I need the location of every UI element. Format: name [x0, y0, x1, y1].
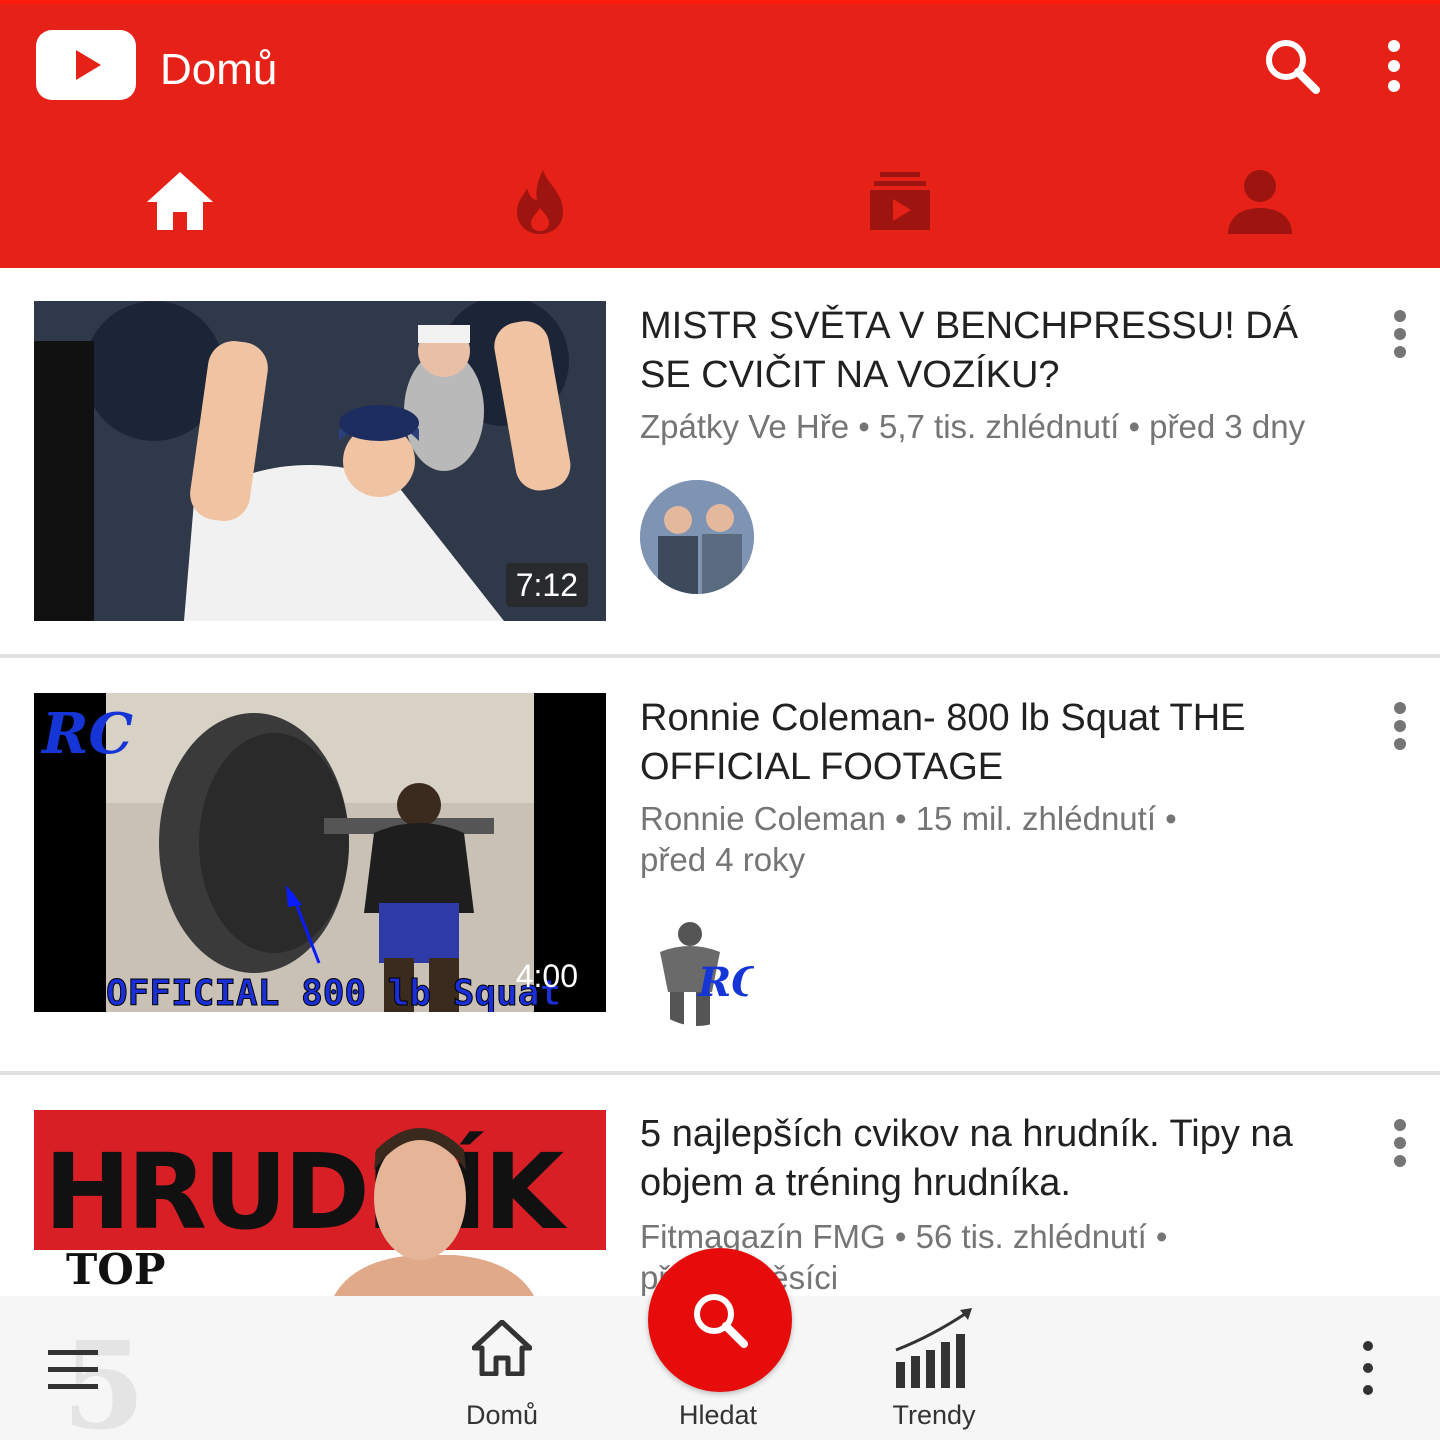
video-more-icon[interactable]	[1388, 308, 1412, 360]
video-title[interactable]: 5 najlepších cvikov na hrudník. Tipy na …	[640, 1110, 1340, 1208]
video-meta: Ronnie Coleman • 15 mil. zhlédnutí • pře…	[640, 800, 1177, 878]
hamburger-menu-icon	[48, 1350, 98, 1389]
feed-divider	[0, 1071, 1440, 1075]
more-vert-icon	[1363, 1341, 1373, 1395]
account-icon	[1228, 170, 1292, 234]
youtube-logo-icon[interactable]	[36, 30, 136, 100]
video-more-icon[interactable]	[1388, 1117, 1412, 1169]
video-thumbnail[interactable]: HRUDNÍK TOP	[34, 1110, 606, 1296]
tab-subscriptions[interactable]	[720, 140, 1080, 268]
subscriptions-icon	[870, 172, 930, 230]
app-bar: Domů	[0, 0, 1440, 268]
nav-search-label: Hledat	[678, 1400, 758, 1430]
tab-account[interactable]	[1080, 140, 1440, 268]
more-vert-icon[interactable]	[1376, 38, 1412, 94]
channel-avatar[interactable]: RC	[640, 912, 754, 1026]
video-duration: 7:12	[505, 563, 588, 607]
nav-home-button[interactable]: Domů	[442, 1296, 562, 1440]
tab-trending[interactable]	[360, 140, 720, 268]
video-more-icon[interactable]	[1388, 700, 1412, 752]
trending-flame-icon	[517, 170, 563, 234]
svg-text:RC: RC	[697, 959, 754, 1006]
thumb-banner: HRUDNÍK	[44, 1131, 568, 1253]
nav-home-label: Domů	[465, 1400, 539, 1430]
thumb-logo: RC	[40, 701, 134, 767]
nav-trending-label: Trendy	[892, 1400, 976, 1430]
search-fab[interactable]	[648, 1248, 792, 1392]
thumb-caption: OFFICIAL 800 lb Squat	[106, 973, 561, 1012]
tab-home[interactable]	[0, 140, 360, 268]
search-icon[interactable]	[1262, 36, 1322, 96]
bottom-more-button[interactable]	[1352, 1296, 1384, 1440]
home-icon	[472, 1320, 532, 1376]
nav-trending-button[interactable]: Trendy	[874, 1296, 994, 1440]
video-thumbnail[interactable]: 7:12	[34, 301, 606, 621]
page-title: Domů	[160, 45, 278, 94]
channel-avatar[interactable]	[640, 480, 754, 594]
video-title[interactable]: MISTR SVĚTA V BENCHPRESSU! DÁ SE CVIČIT …	[640, 302, 1340, 400]
status-line	[0, 0, 1440, 4]
video-thumbnail[interactable]: RC OFFICIAL 800 lb Squat 4:00	[34, 693, 606, 1012]
video-meta: Zpátky Ve Hře • 5,7 tis. zhlédnutí • pře…	[640, 408, 1306, 445]
search-icon	[694, 1294, 748, 1348]
youtube-app: Domů 7:12 MISTR SVĚTA V BENCHPRESSU! DÁ …	[0, 0, 1440, 1440]
feed-divider	[0, 654, 1440, 658]
tab-bar	[0, 140, 1440, 268]
video-duration: 4:00	[515, 958, 578, 994]
video-title[interactable]: Ronnie Coleman- 800 lb Squat THE OFFICIA…	[640, 694, 1340, 792]
trending-chart-icon	[895, 1308, 972, 1388]
home-icon	[147, 172, 213, 230]
thumb-top: TOP	[66, 1245, 165, 1294]
menu-button[interactable]	[40, 1296, 104, 1440]
